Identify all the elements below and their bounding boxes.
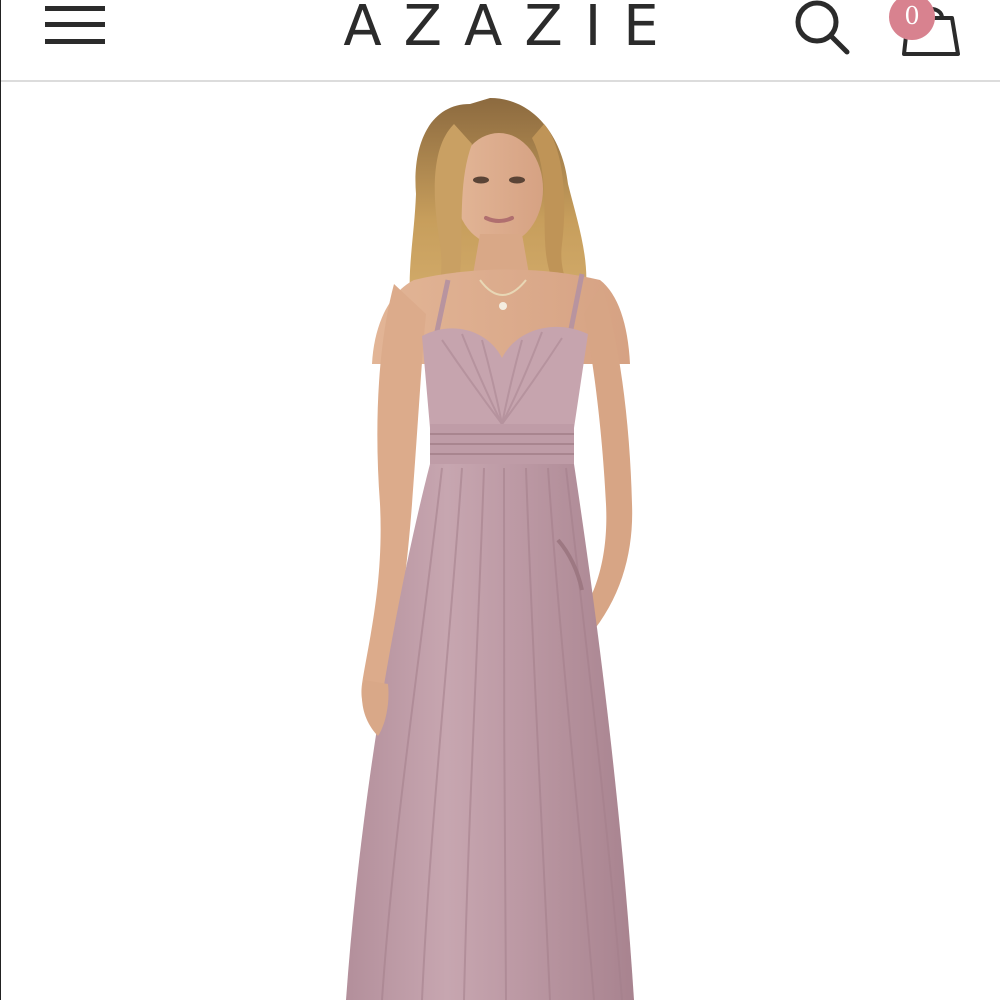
top-header: AZAZIE 0 <box>1 0 1000 82</box>
product-hero-image[interactable] <box>2 84 1000 1000</box>
cart-button[interactable]: 0 <box>886 0 966 62</box>
product-photo <box>346 98 634 1000</box>
search-icon[interactable] <box>791 0 853 58</box>
app-screen: AZAZIE 0 <box>0 0 1000 1000</box>
